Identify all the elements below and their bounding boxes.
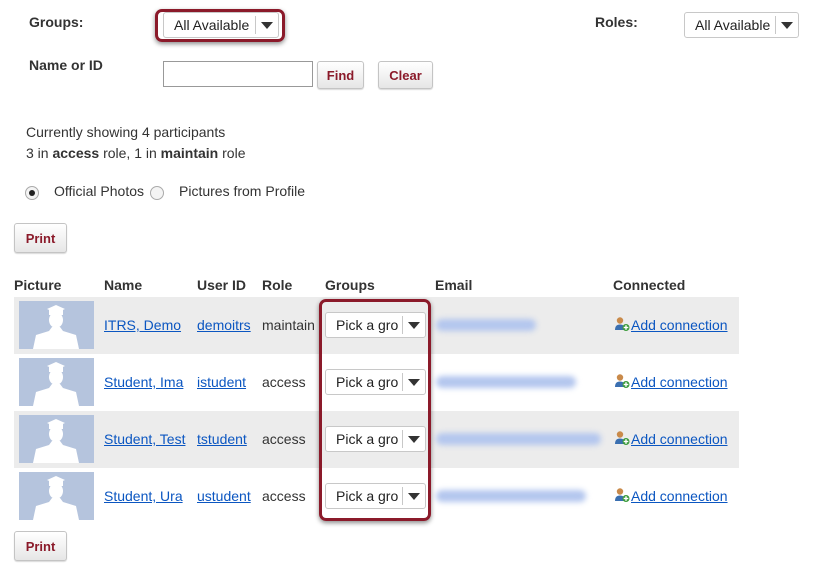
chevron-down-icon	[403, 492, 425, 500]
table-row: ITRS, Demo demoitrs maintain Pick a gro Add …	[14, 297, 739, 354]
roles-select-value: All Available	[695, 17, 771, 33]
group-select[interactable]: Pick a gro	[325, 312, 426, 338]
role-text: access	[262, 431, 306, 447]
header-role: Role	[262, 277, 293, 293]
add-user-icon[interactable]	[614, 487, 630, 503]
role-access: access	[52, 145, 100, 161]
table-row: Student, Test tstudent access Pick a gro Add…	[14, 411, 739, 468]
official-photos-label: Official Photos	[54, 183, 145, 199]
groups-select-value: All Available	[174, 17, 250, 33]
participant-count: Currently showing 4 participants	[26, 124, 226, 140]
add-user-icon[interactable]	[614, 430, 630, 446]
chevron-down-icon	[403, 435, 425, 443]
print-button-bottom[interactable]: Print	[14, 531, 67, 561]
header-picture: Picture	[14, 277, 62, 293]
role-text: access	[262, 374, 306, 390]
chevron-down-icon	[403, 378, 425, 386]
avatar	[19, 358, 94, 406]
add-connection-link[interactable]: Add connection	[631, 317, 728, 333]
roles-select[interactable]: All Available	[684, 12, 799, 38]
user-id-link[interactable]: tstudent	[197, 431, 247, 447]
clear-button[interactable]: Clear	[378, 61, 433, 89]
group-select-value: Pick a gro	[336, 488, 399, 504]
user-id-link[interactable]: demoitrs	[197, 317, 251, 333]
chevron-down-icon	[776, 21, 798, 29]
group-select-value: Pick a gro	[336, 431, 399, 447]
groups-label: Groups:	[29, 14, 84, 30]
role-maintain: maintain	[160, 145, 219, 161]
group-select[interactable]: Pick a gro	[325, 426, 426, 452]
header-groups: Groups	[325, 277, 375, 293]
table-row: Student, Ima istudent access Pick a gro Add …	[14, 354, 739, 411]
chevron-down-icon	[403, 321, 425, 329]
participant-name-link[interactable]: ITRS, Demo	[104, 317, 181, 333]
chevron-down-icon	[256, 21, 278, 29]
print-button-top[interactable]: Print	[14, 223, 67, 253]
add-connection-link[interactable]: Add connection	[631, 374, 728, 390]
profile-pictures-radio[interactable]	[150, 186, 164, 200]
role-text: maintain	[262, 317, 315, 333]
table-row: Student, Ura ustudent access Pick a gro Add …	[14, 468, 739, 525]
find-button[interactable]: Find	[317, 61, 364, 89]
add-user-icon[interactable]	[614, 316, 630, 332]
header-email: Email	[435, 277, 473, 293]
avatar	[19, 415, 94, 463]
email-redacted	[436, 319, 536, 331]
email-redacted	[436, 490, 586, 502]
participant-name-link[interactable]: Student, Ima	[104, 374, 183, 390]
email-redacted	[436, 376, 576, 388]
role-text: access	[262, 488, 306, 504]
header-connected: Connected	[613, 277, 686, 293]
header-name: Name	[104, 277, 143, 293]
add-connection-link[interactable]: Add connection	[631, 488, 728, 504]
participant-name-link[interactable]: Student, Test	[104, 431, 185, 447]
avatar	[19, 472, 94, 520]
roles-label: Roles:	[595, 14, 638, 30]
official-photos-radio[interactable]	[25, 186, 39, 200]
email-redacted	[436, 433, 601, 445]
add-user-icon[interactable]	[614, 373, 630, 389]
add-connection-link[interactable]: Add connection	[631, 431, 728, 447]
name-or-id-label: Name or ID	[29, 57, 103, 73]
name-or-id-input[interactable]	[163, 61, 313, 87]
group-select[interactable]: Pick a gro	[325, 483, 426, 509]
role-summary: 3 in access role, 1 in maintain role	[26, 145, 246, 161]
header-user-id: User ID	[197, 277, 247, 293]
user-id-link[interactable]: ustudent	[197, 488, 251, 504]
avatar	[19, 301, 94, 349]
group-select[interactable]: Pick a gro	[325, 369, 426, 395]
profile-pictures-label: Pictures from Profile	[179, 183, 306, 199]
groups-select[interactable]: All Available	[163, 12, 279, 38]
participant-name-link[interactable]: Student, Ura	[104, 488, 183, 504]
user-id-link[interactable]: istudent	[197, 374, 246, 390]
group-select-value: Pick a gro	[336, 374, 399, 390]
group-select-value: Pick a gro	[336, 317, 399, 333]
